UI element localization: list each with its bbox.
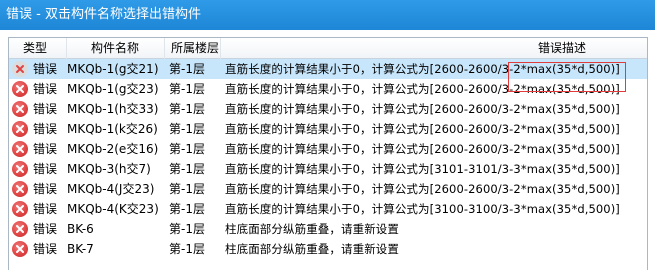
table-row[interactable]: 错误 BK-6 第-1层 柱底面部分纵筋重叠，请重新设置 (9, 219, 647, 239)
error-icon (12, 121, 28, 137)
row-floor: 第-1层 (169, 102, 205, 116)
row-floor: 第-1层 (169, 242, 205, 256)
row-type: 错误 (33, 62, 58, 76)
row-component-name[interactable]: BK-7 (67, 239, 94, 259)
error-dialog: 错误 - 双击构件名称选择出错构件 类型 构件名称 所属楼层 错误描述 错误 MK… (0, 0, 655, 270)
row-component-name[interactable]: MKQb-2(e交16) (67, 139, 158, 159)
error-icon (12, 141, 28, 157)
row-component-name[interactable]: MKQb-1(h交33) (67, 99, 159, 119)
error-icon (12, 101, 28, 117)
row-type: 错误 (33, 82, 58, 96)
column-header-desc[interactable]: 错误描述 (221, 38, 647, 59)
row-error-description: 直筋长度的计算结果小于0，计算公式为[2600-2600/3-2*max(35*… (225, 182, 620, 196)
row-component-name[interactable]: MKQb-1(g交21) (67, 59, 159, 79)
row-component-name[interactable]: MKQb-1(g交23) (67, 79, 159, 99)
list-header: 类型 构件名称 所属楼层 错误描述 (9, 38, 647, 59)
table-row[interactable]: 错误 MKQb-4(J交23) 第-1层 直筋长度的计算结果小于0，计算公式为[260… (9, 179, 647, 199)
table-row[interactable]: 错误 MKQb-1(h交33) 第-1层 直筋长度的计算结果小于0，计算公式为[260… (9, 99, 647, 119)
row-error-description: 直筋长度的计算结果小于0，计算公式为[2600-2600/3-2*max(35*… (225, 62, 620, 76)
row-component-name[interactable]: MKQb-1(k交26) (67, 119, 158, 139)
table-row[interactable]: 错误 MKQb-4(K交23) 第-1层 直筋长度的计算结果小于0，计算公式为[310… (9, 199, 647, 219)
row-type: 错误 (33, 162, 58, 176)
row-floor: 第-1层 (169, 222, 205, 236)
row-floor: 第-1层 (169, 62, 205, 76)
row-error-description: 直筋长度的计算结果小于0，计算公式为[2600-2600/3-2*max(35*… (225, 122, 620, 136)
table-row[interactable]: 错误 BK-7 第-1层 柱底面部分纵筋重叠，请重新设置 (9, 239, 647, 259)
error-icon (12, 81, 28, 97)
row-component-name[interactable]: BK-6 (67, 219, 94, 239)
table-row[interactable]: 错误 MKQb-2(e交16) 第-1层 直筋长度的计算结果小于0，计算公式为[260… (9, 139, 647, 159)
row-floor: 第-1层 (169, 202, 205, 216)
row-error-description: 直筋长度的计算结果小于0，计算公式为[2600-2600/3-2*max(35*… (225, 82, 620, 96)
row-error-description: 柱底面部分纵筋重叠，请重新设置 (225, 222, 399, 236)
row-floor: 第-1层 (169, 182, 205, 196)
error-icon (12, 61, 28, 77)
column-header-floor[interactable]: 所属楼层 (165, 38, 221, 59)
row-floor: 第-1层 (169, 82, 205, 96)
row-type: 错误 (33, 242, 58, 256)
table-row[interactable]: 错误 MKQb-1(g交23) 第-1层 直筋长度的计算结果小于0，计算公式为[260… (9, 79, 647, 99)
error-icon (12, 221, 28, 237)
table-row[interactable]: 错误 MKQb-1(k交26) 第-1层 直筋长度的计算结果小于0，计算公式为[260… (9, 119, 647, 139)
row-type: 错误 (33, 202, 58, 216)
row-error-description: 直筋长度的计算结果小于0，计算公式为[3100-3100/3-3*max(35*… (225, 202, 620, 216)
table-row[interactable]: 错误 MKQb-1(g交21) 第-1层 直筋长度的计算结果小于0，计算公式为[260… (9, 59, 647, 79)
column-header-type[interactable]: 类型 (9, 38, 67, 59)
error-icon (12, 181, 28, 197)
row-type: 错误 (33, 182, 58, 196)
row-error-description: 直筋长度的计算结果小于0，计算公式为[2600-2600/3-2*max(35*… (225, 142, 620, 156)
row-floor: 第-1层 (169, 122, 205, 136)
row-floor: 第-1层 (169, 142, 205, 156)
row-error-description: 直筋长度的计算结果小于0，计算公式为[3101-3101/3-3*max(35*… (225, 162, 620, 176)
row-error-description: 直筋长度的计算结果小于0，计算公式为[2600-2600/3-2*max(35*… (225, 102, 620, 116)
column-header-name[interactable]: 构件名称 (67, 38, 165, 59)
row-floor: 第-1层 (169, 162, 205, 176)
error-icon (12, 201, 28, 217)
error-list[interactable]: 类型 构件名称 所属楼层 错误描述 错误 MKQb-1(g交21) 第-1层 直筋长度… (8, 37, 648, 270)
list-rows: 错误 MKQb-1(g交21) 第-1层 直筋长度的计算结果小于0，计算公式为[260… (9, 59, 647, 259)
error-icon (12, 161, 28, 177)
row-type: 错误 (33, 142, 58, 156)
row-component-name[interactable]: MKQb-3(h交7) (67, 159, 151, 179)
row-component-name[interactable]: MKQb-4(J交23) (67, 179, 154, 199)
row-type: 错误 (33, 122, 58, 136)
table-row[interactable]: 错误 MKQb-3(h交7) 第-1层 直筋长度的计算结果小于0，计算公式为[3101… (9, 159, 647, 179)
row-type: 错误 (33, 102, 58, 116)
row-component-name[interactable]: MKQb-4(K交23) (67, 199, 159, 219)
row-type: 错误 (33, 222, 58, 236)
row-error-description: 柱底面部分纵筋重叠，请重新设置 (225, 242, 399, 256)
error-icon (12, 241, 28, 257)
window-title: 错误 - 双击构件名称选择出错构件 (0, 0, 655, 30)
